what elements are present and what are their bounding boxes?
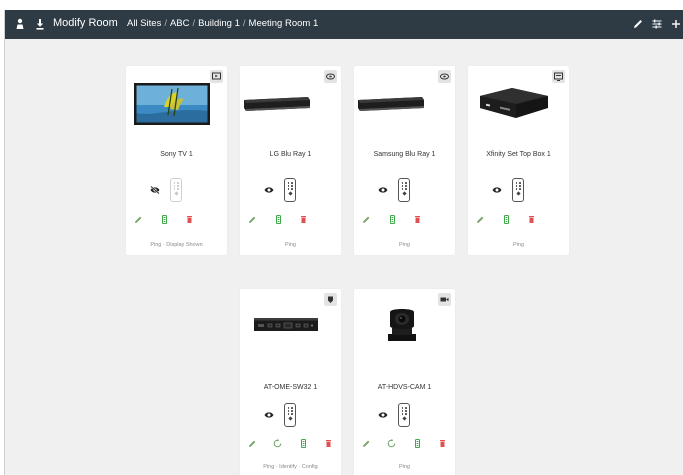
delete-icon[interactable] — [299, 215, 308, 224]
breadcrumb-abc[interactable]: ABC — [170, 18, 190, 29]
breadcrumb-separator: / — [164, 18, 167, 29]
eye-off-icon[interactable] — [150, 186, 160, 194]
download-icon[interactable] — [33, 17, 47, 31]
device-type-badge — [438, 70, 451, 83]
device-image — [134, 83, 210, 125]
edit-icon[interactable] — [134, 215, 143, 224]
eye-icon[interactable] — [264, 186, 274, 194]
edit-icon[interactable] — [362, 215, 371, 224]
add-icon[interactable] — [669, 17, 683, 31]
delete-icon[interactable] — [527, 215, 536, 224]
device-card-lg-blu-ray: LG Blu Ray 1 Ping — [240, 66, 341, 255]
breadcrumb-separator: / — [242, 18, 246, 29]
device-actions-text[interactable]: Ping — [240, 242, 341, 248]
remote-icon[interactable] — [398, 403, 410, 427]
edit-icon[interactable] — [476, 215, 485, 224]
device-card-at-hdvs-cam: AT-HDVS-CAM 1 Ping — [354, 289, 455, 475]
eye-icon[interactable] — [492, 186, 502, 194]
remote-icon[interactable] — [170, 178, 182, 202]
person-icon[interactable] — [13, 17, 27, 31]
breadcrumb-all-sites[interactable]: All Sites — [127, 18, 161, 29]
settings-icon[interactable] — [274, 215, 283, 224]
delete-icon[interactable] — [185, 215, 194, 224]
device-name: Samsung Blu Ray 1 — [373, 151, 436, 158]
device-image — [244, 97, 310, 111]
breadcrumb-building[interactable]: Building 1 — [198, 18, 240, 29]
device-actions-text[interactable]: Ping — [354, 242, 455, 248]
camera-icon — [440, 297, 449, 302]
device-image — [480, 88, 548, 118]
settings-icon[interactable] — [413, 439, 422, 448]
breadcrumb-separator: / — [192, 18, 196, 29]
device-type-badge — [210, 70, 223, 83]
breadcrumb: All Sites / ABC / Building 1/Meeting Room 1 — [127, 18, 318, 29]
page-title: Modify Room — [53, 17, 118, 29]
settings-icon[interactable] — [299, 439, 308, 448]
switcher-icon — [328, 296, 333, 303]
device-image — [388, 309, 416, 341]
device-name: AT-OME-SW32 1 — [263, 384, 318, 391]
top-bar: Modify Room All Sites / ABC / Building 1/Mee… — [5, 10, 683, 39]
device-card-at-ome-sw32: AT-OME-SW32 1 Ping · Identify · Config — [240, 289, 341, 475]
device-type-badge — [324, 293, 337, 306]
device-type-badge — [438, 293, 451, 306]
device-image — [254, 318, 318, 331]
delete-icon[interactable] — [413, 215, 422, 224]
settings-icon[interactable] — [160, 215, 169, 224]
device-image — [358, 97, 424, 111]
device-name: Sony TV 1 — [160, 151, 193, 158]
device-actions-text[interactable]: Ping · Display Shown — [126, 242, 227, 248]
eye-icon[interactable] — [378, 186, 388, 194]
remote-icon[interactable] — [284, 403, 296, 427]
settings-icon[interactable] — [388, 215, 397, 224]
eye-icon[interactable] — [264, 411, 274, 419]
remote-icon[interactable] — [284, 178, 296, 202]
pencil-icon[interactable] — [631, 17, 645, 31]
device-actions-text[interactable]: Ping · Identify · Config — [240, 464, 341, 470]
edit-icon[interactable] — [362, 439, 371, 448]
device-card-xfinity-set-top-box: Xfinity Set Top Box 1 Ping — [468, 66, 569, 255]
set-top-box-icon — [554, 72, 563, 81]
device-actions-text[interactable]: Ping — [354, 464, 455, 470]
refresh-icon[interactable] — [273, 439, 282, 448]
app-frame: Modify Room All Sites / ABC / Building 1/Mee… — [4, 10, 683, 475]
delete-icon[interactable] — [324, 439, 333, 448]
device-card-samsung-blu-ray: Samsung Blu Ray 1 Ping — [354, 66, 455, 255]
edit-icon[interactable] — [248, 215, 257, 224]
refresh-icon[interactable] — [387, 439, 396, 448]
settings-icon[interactable] — [502, 215, 511, 224]
display-icon — [212, 72, 221, 80]
device-actions-text[interactable]: Ping — [468, 242, 569, 248]
delete-icon[interactable] — [438, 439, 447, 448]
disc-player-icon — [326, 73, 335, 80]
device-name: AT-HDVS-CAM 1 — [377, 384, 432, 391]
remote-icon[interactable] — [398, 178, 410, 202]
device-card-sony-tv: Sony TV 1 Ping · Display Shown — [126, 66, 227, 255]
device-name: Xfinity Set Top Box 1 — [486, 151, 551, 158]
edit-icon[interactable] — [248, 439, 257, 448]
breadcrumb-room[interactable]: Meeting Room 1 — [249, 18, 319, 29]
device-type-badge — [552, 70, 565, 83]
tune-icon[interactable] — [650, 17, 664, 31]
disc-player-icon — [440, 73, 449, 80]
device-type-badge — [324, 70, 337, 83]
eye-icon[interactable] — [378, 411, 388, 419]
remote-icon[interactable] — [512, 178, 524, 202]
device-name: LG Blu Ray 1 — [269, 151, 312, 158]
